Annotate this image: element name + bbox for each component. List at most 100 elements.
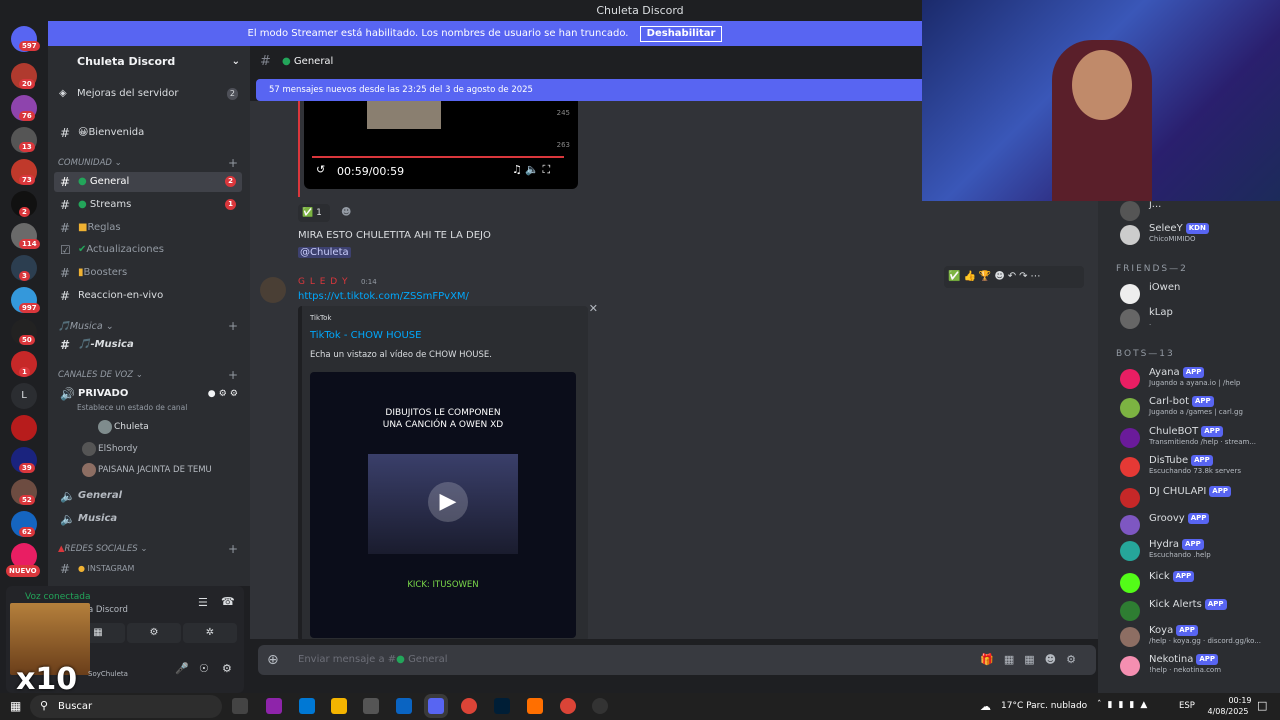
member-item[interactable]: Kick APP (1120, 571, 1280, 597)
settings-icon[interactable]: ● ⚙ ⚙ (208, 384, 238, 404)
disable-streamer-button[interactable]: Deshabilitar (639, 26, 723, 42)
edge-icon[interactable] (299, 698, 315, 714)
member-item[interactable]: DisTube APP Escuchando 73.8k servers (1120, 455, 1280, 481)
channel-reaccion[interactable]: # Reaccion-en-vivo (54, 286, 242, 306)
member-item[interactable]: SeleeY KDN ChicoMIMIDO (1120, 223, 1280, 249)
channel-status[interactable]: Establece un estado de canal (77, 403, 187, 412)
member-item[interactable]: iOwen (1120, 282, 1280, 308)
copilot-icon[interactable] (266, 698, 282, 714)
voice-user[interactable]: PAISANA JACINTA DE TEMU (82, 463, 212, 477)
disconnect-icon[interactable]: ☎ (221, 595, 235, 608)
store-icon[interactable] (363, 698, 379, 714)
soundboard-button[interactable]: ✲ (183, 623, 237, 643)
avatar[interactable] (260, 277, 286, 303)
voice-channel-musica[interactable]: 🔈 Musica (54, 509, 242, 529)
member-item[interactable]: Ayana APP Jugando a ayana.io | /help (1120, 367, 1280, 393)
speaker-icon: 🔊 (60, 387, 75, 401)
member-item[interactable]: Koya APP/help · koya.gg · discord.gg/ko..… (1120, 625, 1280, 651)
voice-connected-status[interactable]: Voz conectada (25, 592, 90, 602)
clock-time[interactable]: 00:19 (1225, 696, 1255, 705)
windows-start-icon[interactable]: ▦ (10, 699, 21, 713)
replay-icon[interactable]: ↺ (316, 163, 325, 176)
reaction-check[interactable]: ✅ 1 (298, 204, 330, 222)
channel-boosters[interactable]: # ▮Boosters (54, 263, 242, 283)
weather-icon[interactable]: ☁ (980, 700, 991, 713)
member-item[interactable]: kLap. (1120, 307, 1280, 333)
voice-user[interactable]: Chuleta (98, 420, 149, 434)
voice-user[interactable]: ElShordy (82, 442, 138, 456)
gear-icon[interactable]: ⚙ (222, 662, 232, 675)
guild-badge: 13 (19, 142, 35, 152)
embed-title[interactable]: TikTok - CHOW HOUSE (310, 330, 421, 341)
headphones-icon[interactable]: ☉ (199, 662, 209, 675)
channel-actualizaciones[interactable]: ☑ ✔Actualizaciones (54, 240, 242, 260)
close-icon[interactable]: ✕ (589, 302, 598, 315)
server-boost-item[interactable]: ◈ Mejoras del servidor 2 (48, 78, 250, 110)
voice-user-name: Chuleta (114, 422, 149, 432)
embed-thumbnail[interactable]: DIBUJITOS LE COMPONEN UNA CANCIÓN A OWEN… (310, 372, 576, 638)
channel-label: Bienvenida (88, 127, 145, 138)
category-musica[interactable]: 🎵Musica ⌄ + (58, 319, 242, 333)
member-item[interactable]: Hydra APP Escuchando .help (1120, 539, 1280, 565)
message-composer[interactable]: ⊕ Enviar mensaje a #● General 🎁▦▦☻⚙ (258, 645, 1096, 675)
channel-instagram[interactable]: # ● INSTAGRAM (54, 559, 242, 579)
notification-icon[interactable]: □ (1257, 699, 1267, 712)
channel-musica[interactable]: # 🎵-Musica (54, 335, 242, 355)
member-item[interactable]: DJ CHULAPI APP (1120, 486, 1280, 512)
plus-icon[interactable]: + (228, 542, 238, 556)
member-name: kLap (1149, 307, 1173, 318)
add-reaction-icon[interactable]: ☻ (341, 207, 351, 218)
channel-streams[interactable]: # ● Streams 1 (54, 195, 242, 215)
guild-badge: 114 (19, 239, 40, 249)
voice-channel-privado[interactable]: 🔊 PRIVADO ● ⚙ ⚙ (54, 384, 242, 404)
mention[interactable]: @Chuleta (298, 247, 351, 258)
member-item[interactable]: Groovy APP (1120, 513, 1280, 539)
server-icon[interactable] (11, 415, 37, 441)
plus-icon[interactable]: + (228, 368, 238, 382)
server-header[interactable]: Chuleta Discord ⌄ (48, 46, 250, 78)
message-actions[interactable]: ✅👍🏆☻↶↷⋯ (944, 266, 1084, 288)
video-progress[interactable] (312, 156, 564, 158)
composer-tools-icons[interactable]: 🎁▦▦☻⚙ (980, 645, 1086, 675)
plus-icon[interactable]: + (228, 319, 238, 333)
volume-icon[interactable]: ♫ 🔈 ⛶ (512, 163, 550, 177)
channel-reglas[interactable]: # ■Reglas (54, 218, 242, 238)
member-item[interactable]: j... (1120, 201, 1280, 225)
noise-suppression-icon[interactable]: ☰ (198, 596, 208, 609)
member-item[interactable]: Nekotina APP !help · nekotina.com (1120, 654, 1280, 680)
chevron-down-icon: ⌄ (231, 56, 240, 67)
outlook-icon[interactable] (396, 698, 412, 714)
tray-icons[interactable]: ˆ▮▮▮▲ (1097, 700, 1153, 710)
clock-date[interactable]: 4/08/2025 (1203, 707, 1253, 716)
play-icon[interactable]: ▶ (428, 482, 468, 522)
chrome-icon[interactable] (461, 698, 477, 714)
chrome-icon[interactable] (560, 698, 576, 714)
category-redes[interactable]: ▲REDES SOCIALES ⌄ + (58, 542, 242, 556)
new-messages-bar[interactable]: 57 mensajes nuevos desde las 23:25 del 3… (256, 79, 922, 101)
language-indicator[interactable]: ESP (1179, 701, 1195, 711)
task-view-icon[interactable] (232, 698, 248, 714)
message-author[interactable]: G L E D Y (298, 277, 349, 287)
activity-button[interactable]: ⚙ (127, 623, 181, 643)
member-item[interactable]: Carl-bot APP Jugando a /games | carl.gg (1120, 396, 1280, 422)
discord-taskbar-icon[interactable] (428, 698, 444, 714)
obs-icon[interactable] (592, 698, 608, 714)
message-link[interactable]: https://vt.tiktok.com/ZSSmFPvXM/ (298, 291, 469, 302)
weather-text[interactable]: 17°C Parc. nublado (1001, 701, 1087, 711)
voice-channel-general[interactable]: 🔈 General (54, 486, 242, 506)
category-voz[interactable]: CANALES DE VOZ ⌄ + (58, 368, 242, 382)
search-box[interactable]: ⚲ Buscar (30, 695, 222, 718)
add-attachment-icon[interactable]: ⊕ (267, 645, 279, 675)
mic-icon[interactable]: 🎤 (175, 662, 189, 675)
member-item[interactable]: ChuleBOT APP Transmitiendo /help · stream.… (1120, 426, 1280, 452)
photoshop-icon[interactable] (494, 698, 510, 714)
explorer-icon[interactable] (331, 698, 347, 714)
app-icon[interactable] (527, 698, 543, 714)
channel-bienvenida[interactable]: # 😀Bienvenida (54, 123, 242, 143)
member-item[interactable]: Kick Alerts APP (1120, 599, 1280, 625)
server-icon-letter[interactable]: L (11, 383, 37, 409)
category-comunidad[interactable]: COMUNIDAD ⌄ + (58, 156, 242, 170)
plus-icon[interactable]: + (228, 156, 238, 170)
video-player[interactable]: 245 263 ↺ 00:59/00:59 ♫ 🔈 ⛶ (304, 101, 578, 189)
channel-general[interactable]: # ● General 2 (54, 172, 242, 192)
